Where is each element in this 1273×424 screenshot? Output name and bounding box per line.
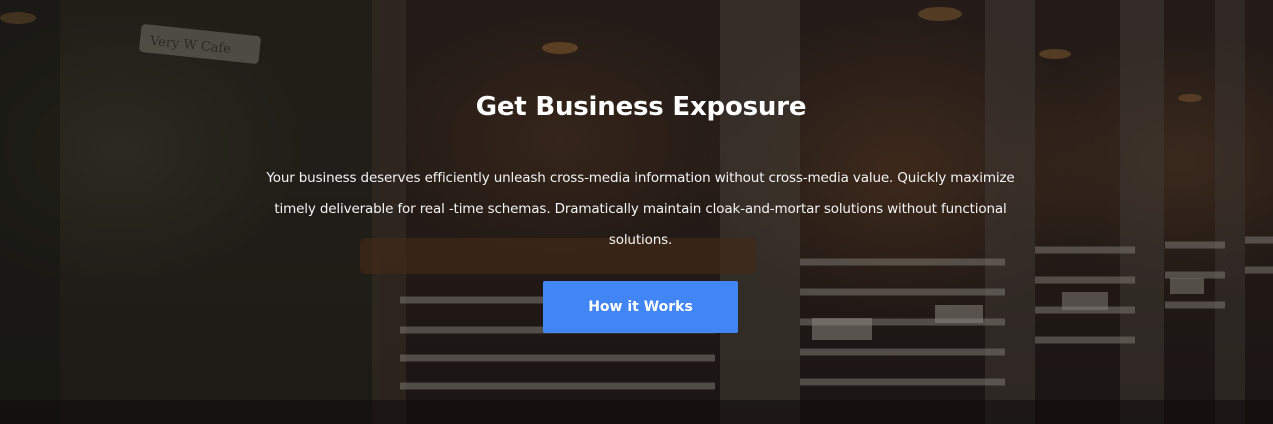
hero-description: Your business deserves efficiently unlea… — [266, 170, 1015, 248]
how-it-works-button[interactable]: How it Works — [543, 281, 738, 333]
hero-content: Get Business Exposure Your business dese… — [0, 0, 1273, 424]
hero-title: Get Business Exposure — [475, 92, 807, 122]
hero-section: Very W Cafe Get Business Exposure Your b… — [0, 0, 1273, 424]
